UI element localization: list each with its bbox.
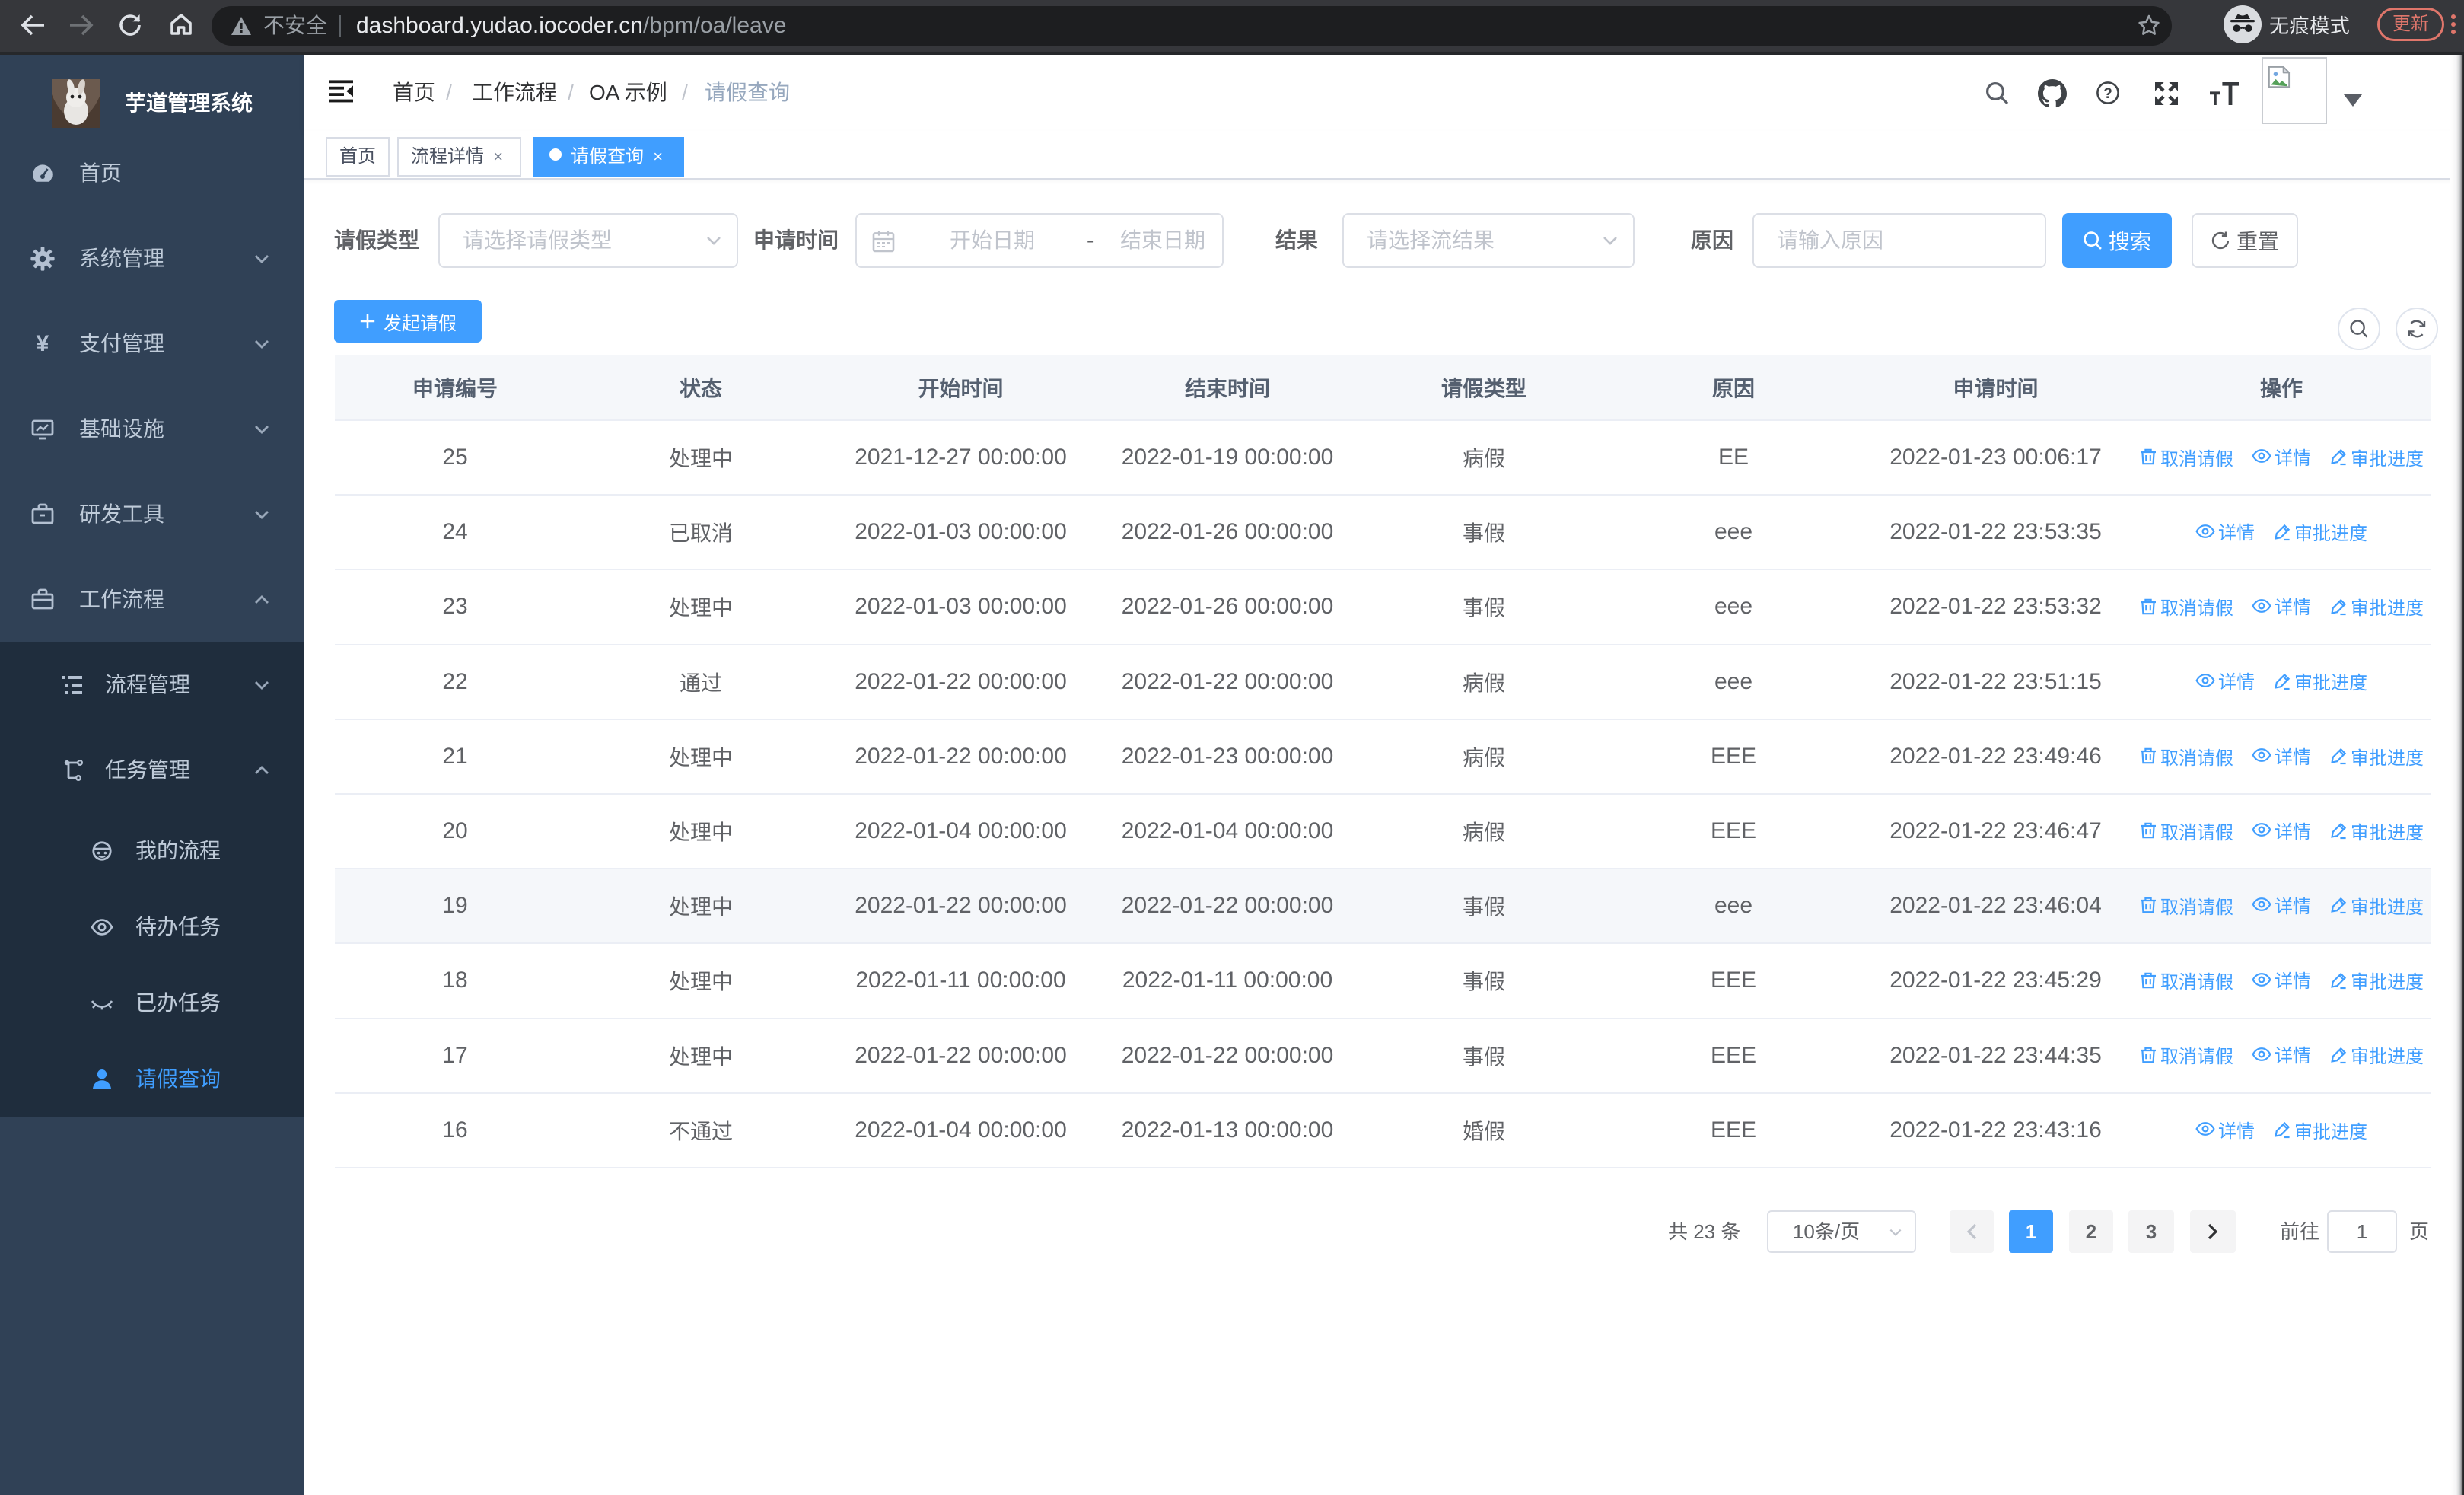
- svg-text:?: ?: [2103, 86, 2112, 102]
